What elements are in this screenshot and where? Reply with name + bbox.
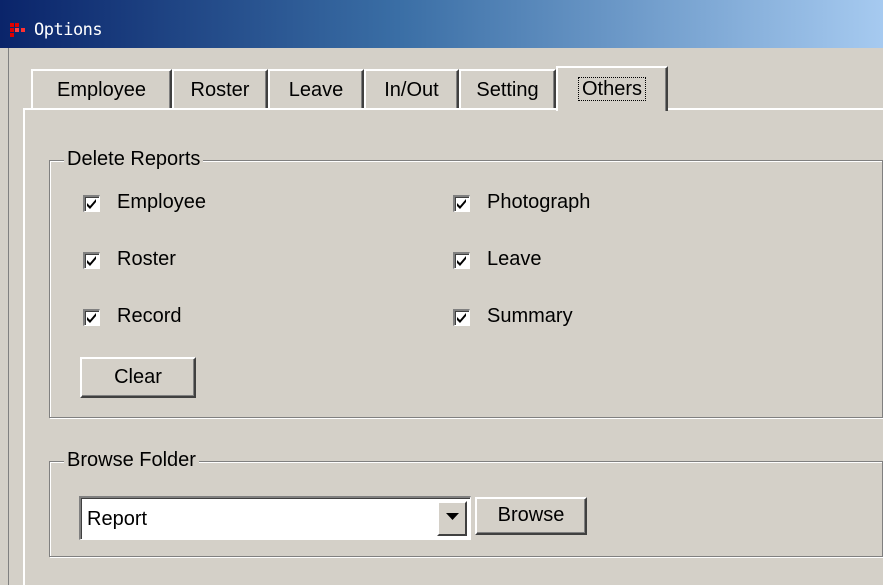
checkmark-icon (87, 313, 96, 323)
tab-label: In/Out (384, 79, 439, 101)
checkmark-icon (87, 199, 96, 209)
tab-label: Roster (190, 79, 250, 101)
tab-setting[interactable]: Setting (459, 69, 556, 109)
window-title: Options (34, 20, 103, 40)
leave-checkbox[interactable] (453, 252, 470, 269)
summary-checkbox[interactable] (453, 309, 470, 326)
tab-employee[interactable]: Employee (31, 69, 172, 109)
chevron-down-icon (446, 513, 459, 520)
app-grid-icon (10, 23, 25, 37)
tab-label: Leave (288, 79, 344, 101)
title-bar[interactable]: Options (0, 0, 883, 48)
photograph-checkbox[interactable] (453, 195, 470, 212)
tab-label: Employee (57, 79, 146, 101)
options-window: Options Employee Roster Leave In/Out Set… (0, 0, 883, 585)
browse-button[interactable]: Browse (475, 497, 587, 535)
employee-checkbox-label: Employee (117, 191, 206, 213)
roster-checkbox-label: Roster (117, 248, 176, 270)
tab-leave[interactable]: Leave (268, 69, 364, 109)
photograph-checkbox-label: Photograph (487, 191, 591, 213)
tab-label: Setting (476, 79, 539, 101)
window-left-edge (0, 48, 9, 585)
record-checkbox-label: Record (117, 305, 182, 327)
folder-dropdown-button[interactable] (437, 501, 467, 536)
tab-others[interactable]: Others (556, 66, 668, 111)
folder-select-value: Report (87, 508, 148, 530)
summary-checkbox-label: Summary (487, 305, 573, 327)
tab-roster[interactable]: Roster (172, 69, 268, 109)
checkmark-icon (87, 256, 96, 266)
clear-button[interactable]: Clear (80, 357, 196, 398)
delete-reports-legend: Delete Reports (64, 147, 204, 171)
folder-select[interactable]: Report (79, 496, 471, 540)
tab-label: Others (577, 77, 647, 101)
leave-checkbox-label: Leave (487, 248, 542, 270)
employee-checkbox[interactable] (83, 195, 100, 212)
record-checkbox[interactable] (83, 309, 100, 326)
browse-folder-legend: Browse Folder (64, 448, 199, 472)
roster-checkbox[interactable] (83, 252, 100, 269)
checkmark-icon (457, 256, 466, 266)
tab-in-out[interactable]: In/Out (364, 69, 459, 109)
checkmark-icon (457, 313, 466, 323)
checkmark-icon (457, 199, 466, 209)
